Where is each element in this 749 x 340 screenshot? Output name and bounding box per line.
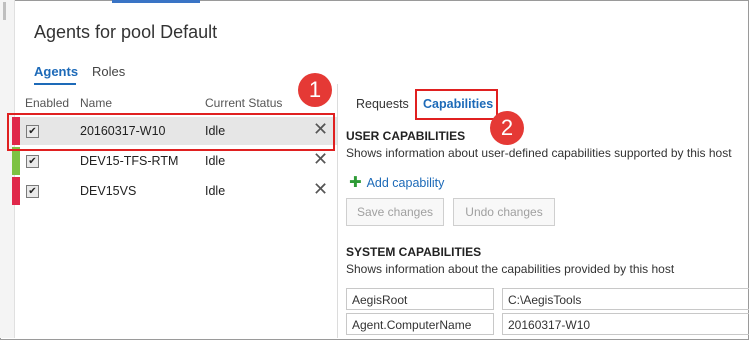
agent-status-bar (12, 147, 20, 175)
add-capability-link[interactable]: ✚ Add capability (349, 173, 444, 191)
agent-enabled-checkbox[interactable]: ✔ (26, 155, 39, 168)
callout-marker-1: 1 (298, 73, 332, 107)
tab-roles[interactable]: Roles (92, 64, 125, 79)
user-capabilities-heading: USER CAPABILITIES (346, 129, 466, 143)
tab-agents[interactable]: Agents (34, 64, 78, 79)
agent-row[interactable]: ✔ DEV15VS Idle ✕ (12, 177, 338, 205)
system-capability-row: AegisRoot C:\AegisTools (346, 288, 749, 312)
active-hub-indicator (112, 0, 200, 3)
delete-agent-icon[interactable]: ✕ (313, 179, 328, 200)
delete-agent-icon[interactable]: ✕ (313, 149, 328, 170)
tab-agents-underline (34, 83, 76, 85)
column-header-status[interactable]: Current Status (205, 96, 282, 110)
strip-marker (3, 2, 6, 20)
user-capabilities-description: Shows information about user-defined cap… (346, 146, 732, 160)
agent-status: Idle (205, 154, 226, 168)
agent-name: DEV15VS (80, 184, 137, 198)
agent-enabled-checkbox[interactable]: ✔ (26, 185, 39, 198)
capability-key-field[interactable]: Agent.ComputerName (346, 313, 494, 335)
column-header-name[interactable]: Name (80, 96, 112, 110)
agent-status: Idle (205, 184, 226, 198)
system-capability-row: Agent.ComputerName 20160317-W10 (346, 313, 749, 337)
system-capabilities-heading: SYSTEM CAPABILITIES (346, 245, 482, 259)
agent-name: DEV15-TFS-RTM (80, 154, 179, 168)
highlight-box-capabilities-tab (415, 89, 498, 120)
add-capability-label: Add capability (366, 176, 445, 190)
highlight-box-agent-row (7, 113, 335, 151)
undo-changes-button[interactable]: Undo changes (453, 198, 555, 226)
page-title: Agents for pool Default (34, 22, 218, 42)
capability-value-field[interactable]: C:\AegisTools (502, 288, 749, 310)
system-capabilities-description: Shows information about the capabilities… (346, 262, 675, 276)
callout-marker-2: 2 (490, 111, 524, 145)
save-changes-button[interactable]: Save changes (346, 198, 444, 226)
capability-value-field[interactable]: 20160317-W10 (502, 313, 749, 335)
plus-icon: ✚ (349, 174, 362, 191)
pane-divider (337, 84, 338, 338)
agent-row[interactable]: ✔ DEV15-TFS-RTM Idle ✕ (12, 147, 338, 175)
tab-requests[interactable]: Requests (356, 97, 409, 111)
agent-status-bar (12, 177, 20, 205)
column-header-enabled[interactable]: Enabled (25, 96, 69, 110)
capability-key-field[interactable]: AegisRoot (346, 288, 494, 310)
